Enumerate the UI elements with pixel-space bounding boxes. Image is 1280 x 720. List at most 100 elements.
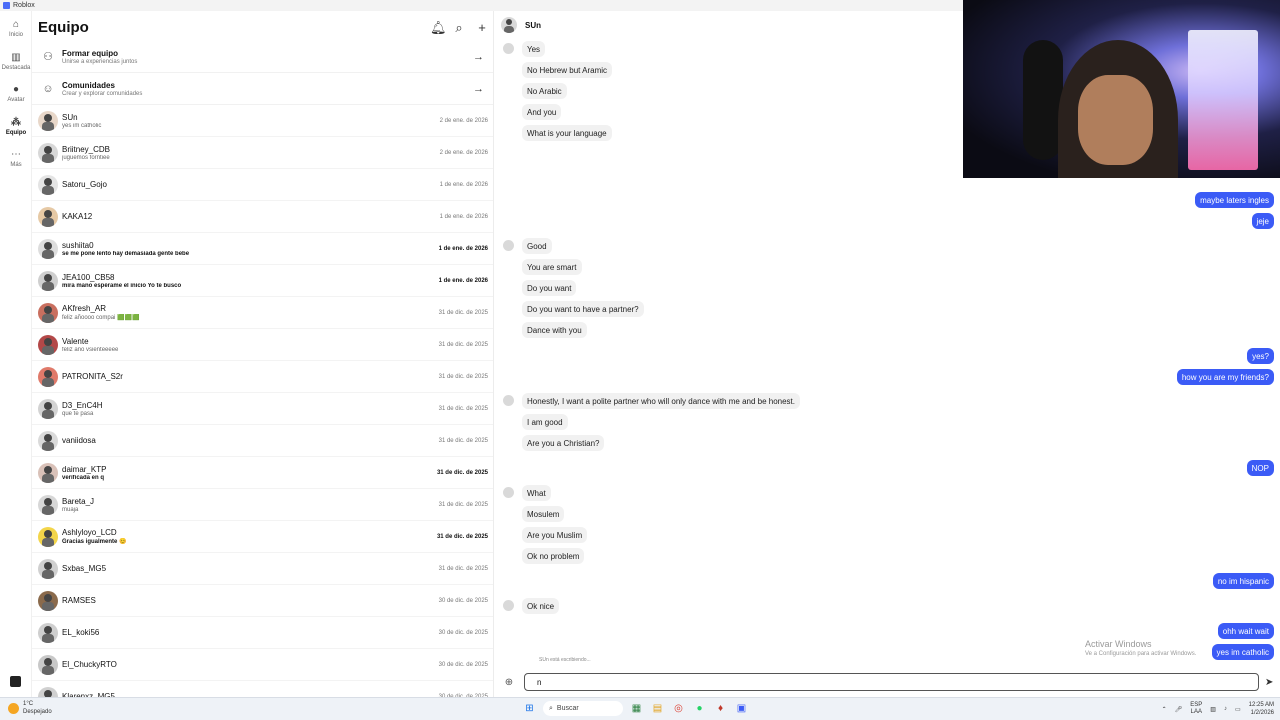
last-message-date: 1 de ene. de 2026 — [438, 277, 488, 284]
friend-name: sushiita0 — [62, 240, 94, 250]
chat-list-item[interactable]: AKfresh_AR feliz añoooo compai 🟩🟩🟩 31 de d… — [32, 297, 493, 329]
chat-list-item[interactable]: Satoru_Gojo 1 de ene. de 2026 — [32, 169, 493, 201]
file-explorer-icon[interactable]: ▤ — [650, 701, 665, 716]
incoming-message: And you — [522, 104, 562, 120]
incoming-message: Ok nice — [522, 598, 560, 614]
incoming-message: Do you want to have a partner? — [522, 301, 644, 317]
search-icon[interactable]: ⌕ — [453, 21, 465, 34]
last-message-date: 31 de dic. de 2025 — [438, 405, 488, 412]
battery-icon[interactable]: ▭ — [1235, 706, 1241, 713]
chat-list-item[interactable]: RAMSES 30 de dic. de 2025 — [32, 585, 493, 617]
sun-icon — [8, 702, 19, 714]
rail-item-more[interactable]: ⋯ Más — [0, 149, 32, 168]
outgoing-message: no im hispanic — [1212, 573, 1274, 589]
chevron-up-icon[interactable]: ⌃ — [1162, 706, 1167, 713]
widgets-icon[interactable]: ▦ — [629, 701, 644, 716]
send-icon[interactable]: ➤ — [1265, 677, 1273, 688]
network-icon[interactable]: ▥ — [1210, 706, 1216, 713]
friend-avatar — [38, 302, 58, 323]
speaker-icon[interactable]: ♪ — [1224, 706, 1227, 712]
friend-name: JEA100_CB58 — [62, 272, 115, 282]
clock[interactable]: 12:25 AM 1/2/2026 — [1249, 701, 1274, 717]
chat-list-item[interactable]: PATRONITA_S2r 31 de dic. de 2025 — [32, 361, 493, 393]
sender-avatar — [503, 395, 514, 406]
whatsapp-icon[interactable]: ● — [692, 701, 707, 716]
chat-list-item[interactable]: SUn yes im catholic 2 de ene. de 2026 — [32, 105, 493, 137]
chat-list-item[interactable]: EL_koki56 30 de dic. de 2025 — [32, 617, 493, 649]
contact-name: SUn — [525, 20, 541, 30]
sender-avatar — [503, 487, 514, 498]
weather-widget[interactable]: 1°C Despejado — [8, 700, 52, 716]
rail-item-charts[interactable]: ▥ Destacada — [0, 52, 32, 71]
incoming-message: I am good — [522, 414, 568, 430]
rail-label: Más — [10, 162, 22, 168]
chat-list-item[interactable]: Briitney_CDB juguemos forntiee 2 de ene. d… — [32, 137, 493, 169]
friend-avatar — [38, 494, 58, 515]
communities-entry[interactable]: ☺ Comunidades Crear y explorar comunidad… — [32, 73, 493, 105]
notification-bell-icon[interactable]: 🔔︎ — [430, 21, 447, 34]
chat-list-item[interactable]: sushiita0 se me pone lento hay demasiada … — [32, 233, 493, 265]
chat-list-item[interactable]: D3_EnC4H que te pasa 31 de dic. de 2025 — [32, 393, 493, 425]
chat-list-item[interactable]: KAKA12 1 de ene. de 2026 — [32, 201, 493, 233]
avatar-icon: ● — [12, 83, 20, 95]
rail-item-home[interactable]: ⌂ Inicio — [0, 19, 32, 38]
entry-title: Formar equipo — [62, 48, 119, 58]
incoming-message: What — [522, 485, 551, 501]
chat-list-item[interactable]: Bareta_J muaja 31 de dic. de 2025 — [32, 489, 493, 521]
chat-list-item[interactable]: Sxbas_MG5 31 de dic. de 2025 — [32, 553, 493, 585]
incoming-message: No Arabic — [522, 83, 567, 99]
incoming-message: Are you Muslim — [522, 527, 588, 543]
add-attachment-icon[interactable]: ⊕ — [503, 676, 515, 688]
chat-list-item[interactable]: Ashlyloyo_LCD Gracias igualmente 😊 31 de d… — [32, 521, 493, 553]
new-chat-plus-icon[interactable]: + — [476, 21, 488, 34]
conversation-header[interactable]: SUn — [501, 17, 541, 33]
taskbar-search[interactable]: ⌕ Buscar — [543, 701, 623, 716]
communities-icon: ☺ — [42, 82, 54, 95]
game-app-icon[interactable]: ♦ — [713, 701, 728, 716]
gaming-pc-image — [1188, 30, 1258, 170]
roblox-logo-icon[interactable] — [10, 676, 21, 687]
language-indicator[interactable]: ESP LAA — [1190, 702, 1202, 716]
chat-list-item[interactable]: JEA100_CB58 mira mano espérame el inicio … — [32, 265, 493, 297]
message-composer: ⊕ n ➤ — [501, 672, 1275, 692]
rail-item-party[interactable]: ⁂ Equipo — [0, 117, 32, 136]
friend-name: Ashlyloyo_LCD — [62, 528, 117, 537]
last-message-preview: feliz año vsienteeeee — [62, 346, 119, 353]
outgoing-message: NOP — [1246, 460, 1274, 476]
contact-avatar — [501, 17, 517, 33]
form-party-entry[interactable]: ⚇ Formar equipo Unirse a experiencias ju… — [32, 41, 493, 73]
friend-avatar — [38, 334, 58, 355]
friend-name: EL_koki56 — [62, 627, 100, 637]
friend-avatar — [38, 174, 58, 195]
chat-list-item[interactable]: vaniidosa 31 de dic. de 2025 — [32, 425, 493, 457]
friend-name: AKfresh_AR — [62, 304, 107, 313]
roblox-taskbar-icon[interactable]: ▣ — [734, 701, 749, 716]
webcam-overlay — [963, 0, 1280, 178]
message-input[interactable]: n — [524, 673, 1259, 691]
last-message-preview: muaja — [62, 506, 79, 513]
chat-list-item[interactable]: Klarenxz_MG5 30 de dic. de 2025 — [32, 681, 493, 697]
last-message-date: 31 de dic. de 2025 — [438, 309, 488, 316]
microphone-icon[interactable]: 🎤︎ — [1175, 706, 1183, 713]
rail-item-avatar[interactable]: ● Avatar — [0, 84, 32, 103]
window-title: Roblox — [13, 2, 35, 9]
chrome-icon[interactable]: ◎ — [671, 701, 686, 716]
chat-list-item[interactable]: Valente feliz año vsienteeeee 31 de dic. d… — [32, 329, 493, 361]
last-message-date: 2 de ene. de 2026 — [439, 117, 488, 124]
outgoing-message: maybe laters ingles — [1195, 192, 1274, 208]
clock-date: 1/2/2026 — [1250, 710, 1274, 716]
last-message-preview: juguemos forntiee — [62, 154, 110, 161]
last-message-preview: yes im catholic — [62, 122, 102, 129]
friend-name: Valente — [62, 336, 89, 346]
last-message-preview: que te pasa — [62, 410, 94, 417]
arrow-right-icon: → — [473, 50, 484, 63]
friend-avatar — [38, 590, 58, 611]
windows-taskbar: 1°C Despejado ⊞ ⌕ Buscar ▦ ▤ ◎ ● ♦ ▣ ⌃ 🎤… — [0, 697, 1280, 720]
last-message-date: 31 de dic. de 2025 — [436, 533, 488, 540]
friend-avatar — [38, 654, 58, 675]
windows-start-icon[interactable]: ⊞ — [522, 701, 537, 716]
chat-list-item[interactable]: daimar_KTP verificada en q 31 de dic. de 2… — [32, 457, 493, 489]
friend-avatar — [38, 398, 58, 419]
chat-list-item[interactable]: El_ChuckyRTO 30 de dic. de 2025 — [32, 649, 493, 681]
rail-label: Destacada — [1, 65, 31, 71]
